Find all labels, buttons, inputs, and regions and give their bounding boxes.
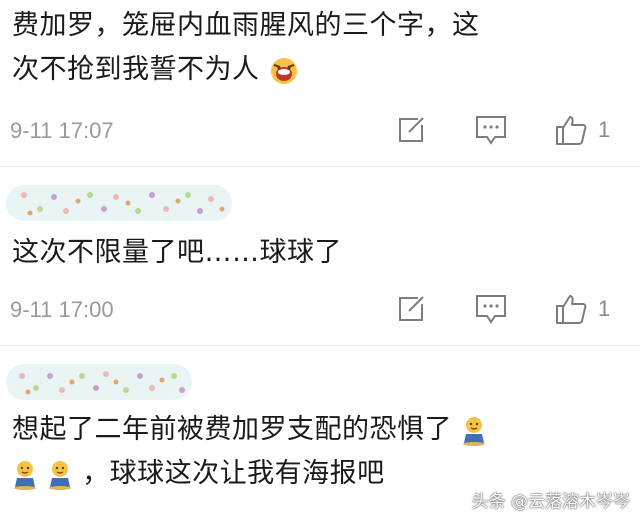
- blurred-username: [6, 364, 192, 400]
- comment-text-line: 费加罗，笼屉内血雨腥风的三个字，这: [12, 10, 480, 41]
- comment-text-line-content: 次不抢到我誓不为人: [12, 54, 260, 85]
- share-button[interactable]: [396, 291, 426, 327]
- kneeling-baby-icon: [14, 460, 36, 490]
- blurred-dots-icon: [21, 192, 225, 216]
- comment-text: 费加罗，笼屉内血雨腥风的三个字，这 次不抢到我誓不为人: [12, 4, 626, 92]
- thumbs-up-icon: [556, 295, 587, 324]
- kneeling-baby-icon: [463, 416, 486, 446]
- comment-text-line-content: ，球球这次让我有海报吧: [82, 458, 385, 489]
- comment-text-line-content: 想起了二年前被费加罗支配的恐惧了: [12, 414, 452, 445]
- comment-item: 费加罗，笼屉内血雨腥风的三个字，这 次不抢到我誓不为人 9-11 17:07 1: [0, 0, 640, 166]
- comment-text: 想起了二年前被费加罗支配的恐惧了 ，球球这次让我有海报吧: [12, 408, 626, 496]
- share-button[interactable]: [396, 112, 426, 148]
- comment-bubble-icon: [476, 295, 506, 324]
- like-button[interactable]: 1: [554, 291, 610, 327]
- like-button[interactable]: 1: [554, 112, 610, 148]
- comment-text-line: 想起了二年前被费加罗支配的恐惧了: [12, 408, 626, 452]
- like-count: 1: [598, 296, 611, 321]
- comment-item: 这次不限量了吧……球球了 9-11 17:00 1: [0, 167, 640, 345]
- comment-time: 9-11 17:07: [10, 118, 114, 143]
- comment-meta: 9-11 17:07 1: [10, 112, 630, 152]
- edit-share-icon: [399, 296, 424, 321]
- like-count: 1: [598, 117, 611, 142]
- edit-share-icon: [399, 117, 424, 142]
- reply-button[interactable]: [474, 112, 508, 148]
- comment-meta: 9-11 17:00 1: [10, 291, 630, 331]
- fearful-face-icon: [270, 57, 297, 84]
- comment-text: 这次不限量了吧……球球了: [12, 237, 342, 268]
- comment-time: 9-11 17:00: [10, 297, 114, 322]
- comment-text-line: 次不抢到我誓不为人: [12, 48, 626, 92]
- reply-button[interactable]: [474, 291, 508, 327]
- thumbs-up-icon: [556, 116, 587, 145]
- blurred-username: [6, 185, 232, 221]
- comment-bubble-icon: [476, 116, 506, 145]
- watermark: 头条 @云落溶木岑岑: [471, 492, 630, 512]
- kneeling-baby-icon: [49, 460, 72, 490]
- blurred-dots-icon: [19, 371, 185, 395]
